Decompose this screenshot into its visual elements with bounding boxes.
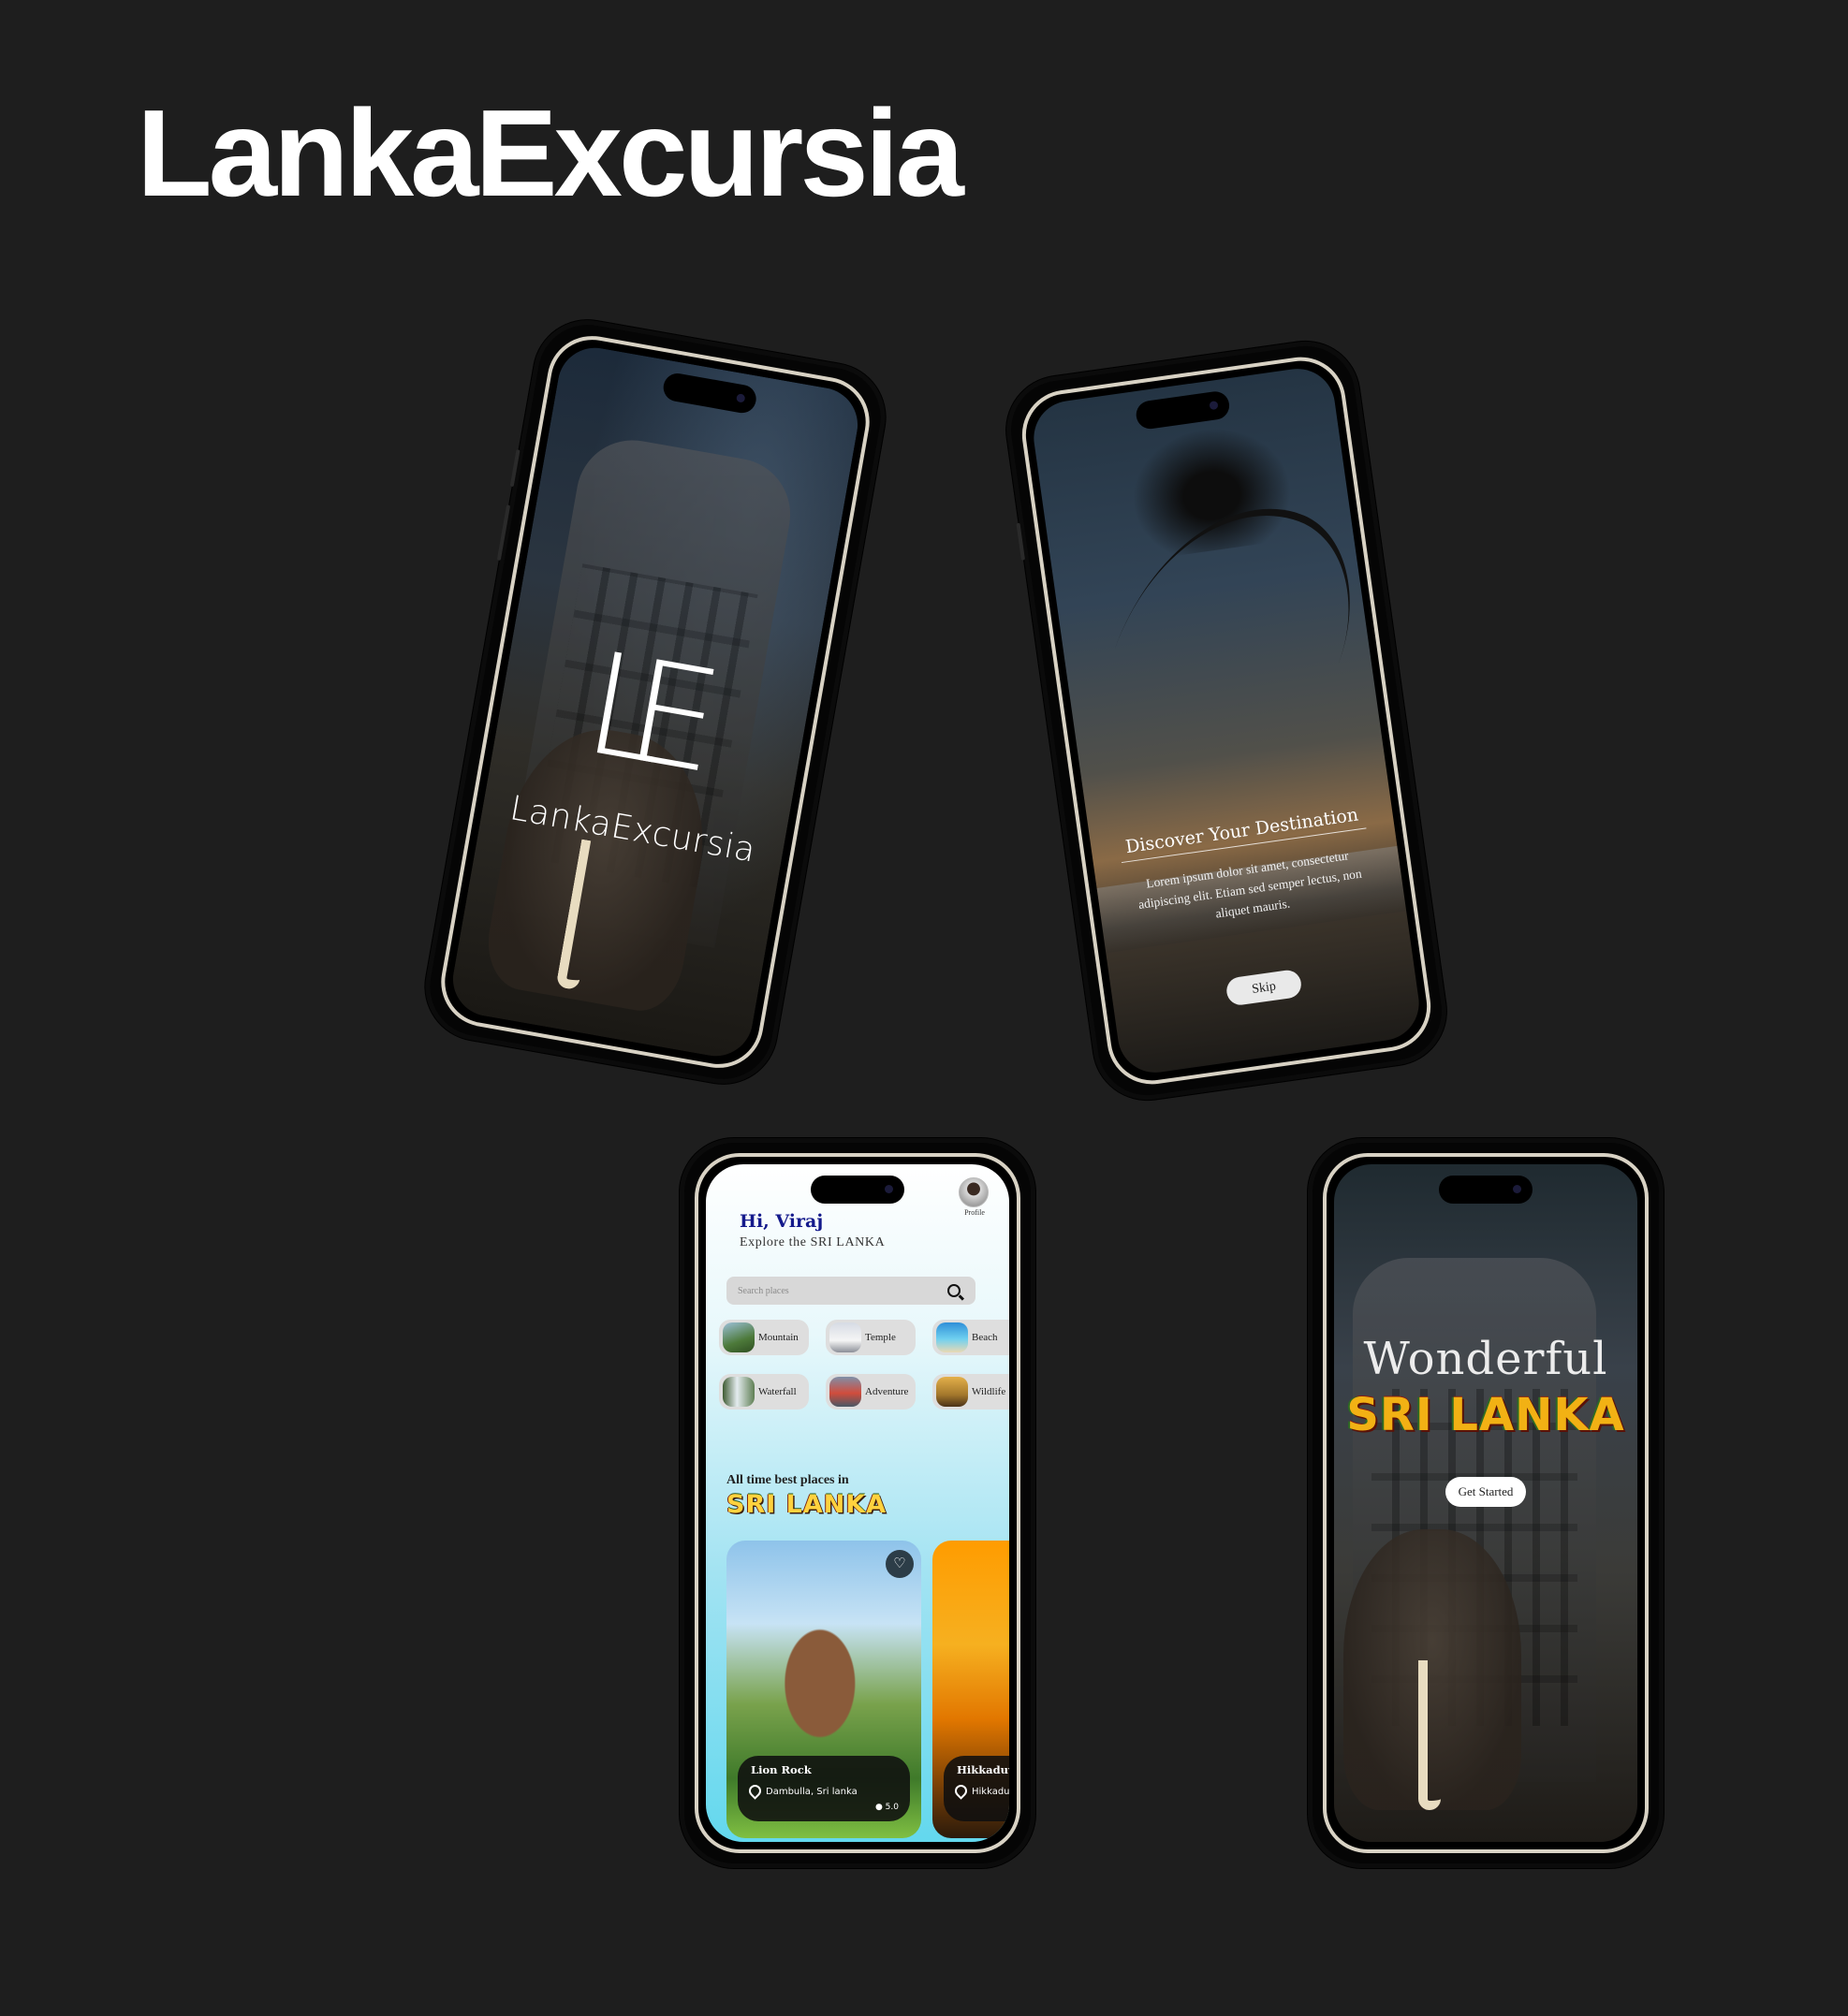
adventure-icon bbox=[829, 1377, 861, 1407]
temple-icon bbox=[829, 1322, 861, 1352]
heart-icon[interactable]: ♡ bbox=[886, 1550, 914, 1578]
phone-frame: LE LankaExcursia bbox=[433, 329, 877, 1075]
dynamic-island bbox=[811, 1176, 904, 1204]
category-waterfall[interactable]: Waterfall bbox=[719, 1374, 809, 1410]
phone-frame: Profile Hi, Viraj Explore the SRI LANKA … bbox=[695, 1153, 1020, 1853]
dynamic-island bbox=[1134, 389, 1231, 431]
page-title: LankaExcursia bbox=[137, 84, 964, 222]
location-pin-icon bbox=[746, 1782, 764, 1800]
phone-frame: Discover Your Destination Lorem ipsum do… bbox=[1016, 351, 1437, 1090]
category-temple[interactable]: Temple bbox=[826, 1320, 916, 1355]
place-info: Hikkaduwa Hikkaduwa, bbox=[944, 1756, 1009, 1821]
skip-button[interactable]: Skip bbox=[1225, 968, 1303, 1007]
onboarding-screen: Discover Your Destination Lorem ipsum do… bbox=[1029, 363, 1424, 1078]
category-label: Mountain bbox=[758, 1332, 799, 1343]
tusk-image bbox=[1418, 1660, 1441, 1810]
category-adventure[interactable]: Adventure bbox=[826, 1374, 916, 1410]
avatar[interactable] bbox=[959, 1177, 989, 1207]
palm-trunk-image bbox=[1071, 470, 1383, 841]
get-started-button[interactable]: Get Started bbox=[1445, 1477, 1526, 1507]
logo-mark: LE bbox=[574, 621, 697, 800]
phone-get-started: Wonderful SRI LANKA Get Started bbox=[1308, 1138, 1664, 1868]
place-card-lion-rock[interactable]: ♡ Lion Rock Dambulla, Sri lanka ● 5.0 bbox=[726, 1541, 921, 1838]
phone-frame: Wonderful SRI LANKA Get Started bbox=[1323, 1153, 1649, 1853]
place-location: Hikkaduwa, bbox=[972, 1787, 1009, 1797]
phone-onboarding: Discover Your Destination Lorem ipsum do… bbox=[999, 334, 1454, 1107]
category-mountain[interactable]: Mountain bbox=[719, 1320, 809, 1355]
splash-screen: LE LankaExcursia bbox=[447, 342, 864, 1062]
headline: Wonderful bbox=[1363, 1333, 1608, 1385]
volume-up-button bbox=[509, 449, 521, 488]
category-label: Beach bbox=[972, 1332, 998, 1343]
place-name: Hikkaduwa bbox=[957, 1763, 1009, 1776]
place-card-hikkaduwa[interactable]: Hikkaduwa Hikkaduwa, bbox=[932, 1541, 1009, 1838]
country-title: SRI LANKA bbox=[1346, 1389, 1625, 1441]
dynamic-island bbox=[1439, 1176, 1533, 1204]
get-started-screen: Wonderful SRI LANKA Get Started bbox=[1334, 1164, 1637, 1842]
mountain-icon bbox=[723, 1322, 755, 1352]
star-icon: ● bbox=[874, 1803, 883, 1812]
waterfall-icon bbox=[723, 1377, 755, 1407]
volume-up-button bbox=[1016, 522, 1026, 561]
volume-down-button bbox=[496, 504, 511, 562]
dynamic-island bbox=[661, 371, 759, 416]
category-label: Adventure bbox=[865, 1386, 909, 1397]
location-pin-icon bbox=[952, 1782, 970, 1800]
wildlife-icon bbox=[936, 1377, 968, 1407]
greeting-subtitle: Explore the SRI LANKA bbox=[740, 1235, 886, 1249]
place-info: Lion Rock Dambulla, Sri lanka ● 5.0 bbox=[738, 1756, 910, 1821]
place-name: Lion Rock bbox=[751, 1763, 812, 1776]
place-rating: ● 5.0 bbox=[875, 1803, 899, 1812]
beach-icon bbox=[936, 1322, 968, 1352]
category-label: Waterfall bbox=[758, 1386, 797, 1397]
phone-splash: LE LankaExcursia bbox=[417, 311, 894, 1093]
greeting: Hi, Viraj bbox=[740, 1211, 824, 1232]
section-country: SRI LANKA bbox=[726, 1490, 887, 1519]
category-label: Temple bbox=[865, 1332, 896, 1343]
search-input[interactable] bbox=[726, 1277, 975, 1305]
category-label: Wildlife bbox=[972, 1386, 1006, 1397]
home-screen: Profile Hi, Viraj Explore the SRI LANKA … bbox=[706, 1164, 1009, 1842]
category-wildlife[interactable]: Wildlife bbox=[932, 1374, 1009, 1410]
rating-value: 5.0 bbox=[885, 1803, 899, 1812]
category-beach[interactable]: Beach bbox=[932, 1320, 1009, 1355]
place-location: Dambulla, Sri lanka bbox=[766, 1787, 858, 1797]
phone-home: Profile Hi, Viraj Explore the SRI LANKA … bbox=[680, 1138, 1035, 1868]
search-icon[interactable] bbox=[947, 1284, 961, 1297]
section-label: All time best places in bbox=[726, 1473, 849, 1487]
profile-label: Profile bbox=[964, 1208, 985, 1217]
